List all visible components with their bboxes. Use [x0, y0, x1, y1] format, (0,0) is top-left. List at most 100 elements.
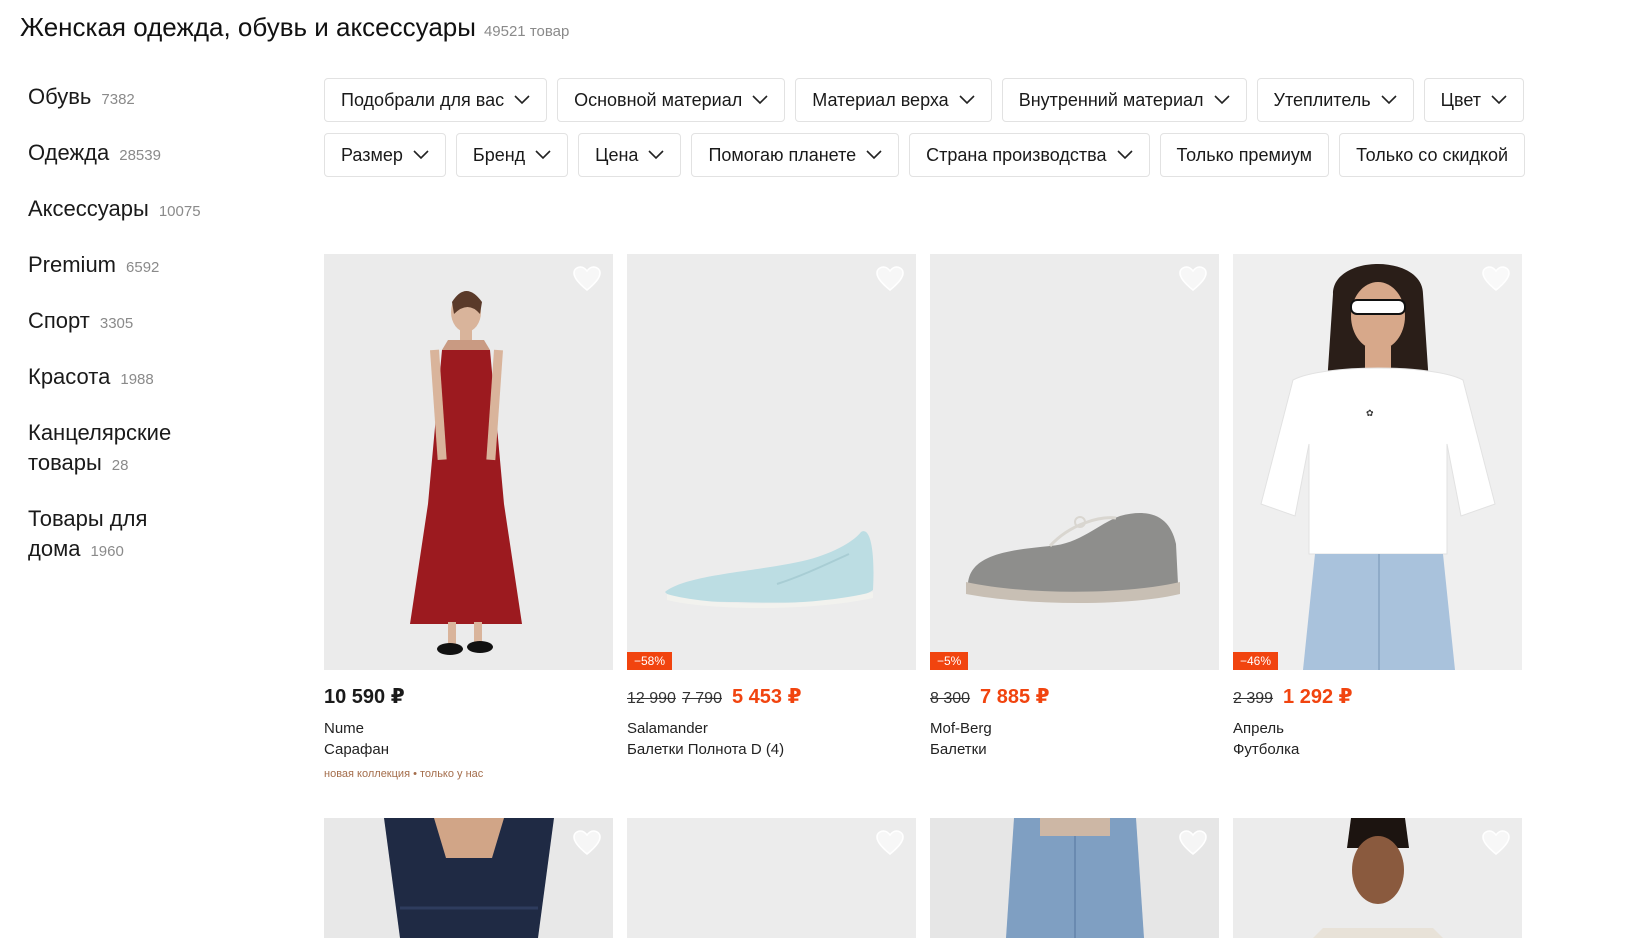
product-name: Балетки — [930, 741, 987, 758]
heart-icon[interactable] — [1482, 830, 1510, 856]
chevron-down-icon — [514, 95, 530, 105]
product-card[interactable]: −58% 12 990 7 790 5 453 ₽ Salamander Балет… — [627, 254, 916, 758]
product-brand: Апрель — [1233, 720, 1284, 737]
sidebar-item-label: Аксессуары — [28, 196, 149, 221]
filter-label: Помогаю планете — [708, 144, 857, 165]
product-name: Балетки Полнота D (4) — [627, 741, 785, 758]
product-image[interactable] — [627, 818, 916, 938]
heart-icon[interactable] — [1482, 266, 1510, 292]
sidebar-item-sport[interactable]: Спорт 3305 — [28, 306, 268, 339]
sidebar-item-label: Premium — [28, 252, 117, 277]
sidebar-item-label: Канцелярские — [28, 420, 172, 445]
product-card[interactable] — [627, 818, 916, 938]
category-sidebar: Обувь 7382 Одежда 28539 Аксессуары 10075 Pr… — [28, 82, 268, 590]
page-title: Женская одежда, обувь и аксессуары 49521 … — [20, 12, 569, 43]
heart-icon[interactable] — [1179, 830, 1207, 856]
chevron-down-icon — [1381, 95, 1397, 105]
heart-icon[interactable] — [876, 266, 904, 292]
sidebar-item-label: Спорт — [28, 308, 90, 333]
filter-discount-only[interactable]: Только со скидкой — [1339, 133, 1526, 177]
product-brand: Mof-Berg — [930, 720, 992, 737]
product-card[interactable]: 10 590 ₽ Nume Сарафан новая коллекция • … — [324, 254, 613, 780]
heart-icon[interactable] — [573, 266, 601, 292]
discount-badge: −5% — [930, 652, 969, 670]
filter-inner-material[interactable]: Внутренний материал — [1001, 78, 1247, 122]
filter-color[interactable]: Цвет — [1423, 78, 1524, 122]
page-title-text: Женская одежда, обувь и аксессуары — [20, 12, 476, 42]
svg-text:✿: ✿ — [1366, 409, 1374, 419]
price-block: 2 399 1 292 ₽ — [1233, 684, 1522, 712]
filter-eco[interactable]: Помогаю планете — [691, 133, 900, 177]
filter-label: Подобрали для вас — [341, 89, 505, 110]
filter-insulation[interactable]: Утеплитель — [1256, 78, 1414, 122]
current-price: 1 292 ₽ — [1283, 686, 1353, 708]
filter-label: Цвет — [1440, 89, 1481, 110]
heart-icon[interactable] — [1179, 266, 1207, 292]
filter-price[interactable]: Цена — [578, 133, 682, 177]
sidebar-item-count: 10075 — [158, 203, 201, 220]
product-image[interactable]: −58% — [627, 254, 916, 670]
heart-icon[interactable] — [573, 830, 601, 856]
current-price: 5 453 ₽ — [731, 686, 802, 708]
sidebar-item-label: Одежда — [28, 140, 110, 165]
product-photo-tshirt: ✿ — [1260, 264, 1496, 670]
product-photo-jeans — [1006, 818, 1144, 938]
product-image[interactable] — [324, 254, 613, 670]
price-block: 10 590 ₽ — [324, 684, 613, 712]
discount-badge: −58% — [627, 652, 673, 670]
product-card[interactable] — [324, 818, 613, 938]
heart-icon[interactable] — [876, 830, 904, 856]
product-image[interactable] — [930, 818, 1219, 938]
filter-country[interactable]: Страна производства — [909, 133, 1150, 177]
price-block: 8 300 7 885 ₽ — [930, 684, 1219, 712]
sidebar-item-home[interactable]: Товары для дома 1960 — [28, 504, 268, 567]
product-image[interactable]: −5% — [930, 254, 1219, 670]
filter-brand[interactable]: Бренд — [455, 133, 569, 177]
sidebar-item-count: 28 — [111, 457, 129, 474]
sidebar-item-label: Товары для — [28, 506, 148, 531]
filter-premium-only[interactable]: Только премиум — [1159, 133, 1330, 177]
product-photo-dress — [410, 291, 522, 655]
filter-label: Внутренний материал — [1018, 89, 1204, 110]
current-price: 7 885 ₽ — [980, 686, 1050, 708]
product-image[interactable] — [324, 818, 613, 938]
product-brand: Nume — [324, 720, 365, 737]
filter-label: Страна производства — [926, 144, 1107, 165]
sidebar-item-count: 1988 — [120, 371, 154, 388]
filter-upper-material[interactable]: Материал верха — [795, 78, 992, 122]
old-price: 8 300 — [930, 690, 971, 707]
discount-badge: −46% — [1233, 652, 1279, 670]
product-image[interactable]: ✿ −46% — [1233, 254, 1522, 670]
sidebar-item-shoes[interactable]: Обувь 7382 — [28, 82, 268, 115]
sidebar-item-count: 7382 — [101, 91, 135, 108]
product-card[interactable]: −5% 8 300 7 885 ₽ Mof-Berg Балетки — [930, 254, 1219, 758]
product-tags: новая коллекция • только у нас — [324, 768, 484, 780]
product-photo-denim-top — [384, 818, 554, 938]
sidebar-item-count: 6592 — [126, 259, 160, 276]
filter-size[interactable]: Размер — [324, 133, 446, 177]
product-photo-model — [1313, 818, 1443, 938]
old-price: 12 990 — [627, 690, 676, 707]
product-card[interactable]: ✿ −46% 2 399 1 292 ₽ Апрель Футболка — [1233, 254, 1522, 758]
sidebar-item-beauty[interactable]: Красота 1988 — [28, 362, 268, 395]
filter-recommended[interactable]: Подобрали для вас — [324, 78, 548, 122]
sidebar-item-stationery[interactable]: Канцелярские товары 28 — [28, 418, 268, 481]
chevron-down-icon — [648, 150, 665, 160]
filter-label: Бренд — [472, 144, 526, 165]
sidebar-item-label: Обувь — [28, 84, 92, 109]
product-photo-shoe — [966, 513, 1180, 603]
product-image[interactable] — [1233, 818, 1522, 938]
product-card[interactable] — [930, 818, 1219, 938]
sidebar-item-label: товары — [28, 450, 102, 475]
old-price: 7 790 — [681, 690, 722, 707]
sidebar-item-accessories[interactable]: Аксессуары 10075 — [28, 194, 268, 227]
filter-main-material[interactable]: Основной материал — [557, 78, 786, 122]
filter-label: Цена — [595, 144, 639, 165]
sidebar-item-count: 1960 — [90, 543, 124, 560]
sidebar-item-premium[interactable]: Premium 6592 — [28, 250, 268, 283]
chevron-down-icon — [866, 150, 882, 160]
chevron-down-icon — [959, 95, 975, 105]
sidebar-item-clothing[interactable]: Одежда 28539 — [28, 138, 268, 171]
product-name: Сарафан — [324, 741, 389, 758]
product-card[interactable] — [1233, 818, 1522, 938]
